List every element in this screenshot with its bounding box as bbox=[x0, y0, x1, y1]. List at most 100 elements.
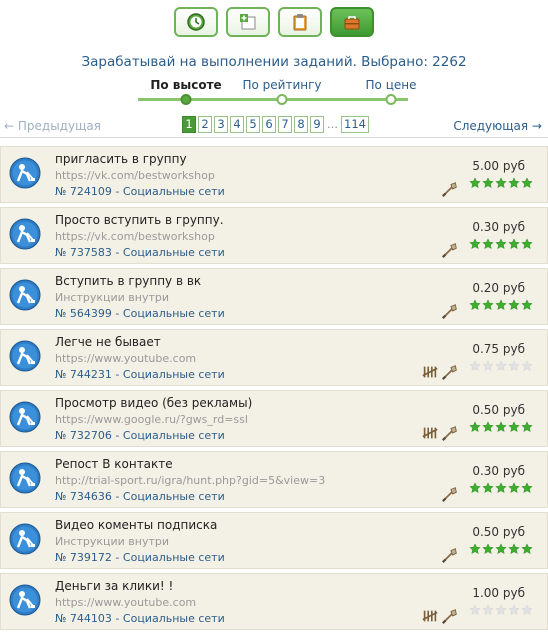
task-row[interactable]: Видео коменты подписка Инструкции внутри №… bbox=[0, 512, 548, 569]
task-title[interactable]: Репост В контакте bbox=[55, 457, 173, 471]
star-filled-icon bbox=[508, 482, 520, 494]
prev-page-link[interactable]: ← Предыдущая bbox=[4, 119, 101, 133]
task-title[interactable]: Вступить в группу в вк bbox=[55, 274, 201, 288]
task-row[interactable]: Просмотр видео (без рекламы) https://www.… bbox=[0, 390, 548, 447]
sort-dot-2[interactable] bbox=[385, 94, 397, 105]
clock-icon bbox=[187, 13, 205, 31]
task-category[interactable]: Социальные сети bbox=[123, 612, 225, 625]
next-page-link[interactable]: Следующая → bbox=[453, 119, 542, 133]
sort-option-0[interactable]: По высоте bbox=[150, 78, 221, 92]
task-meta: № 744103 - Социальные сети bbox=[55, 612, 225, 625]
task-row[interactable]: Деньги за клики! ! https://www.youtube.co… bbox=[0, 573, 548, 630]
page-number[interactable]: 1 bbox=[182, 116, 196, 133]
task-category[interactable]: Социальные сети bbox=[123, 307, 225, 320]
task-row[interactable]: Репост В контакте http://trial-sport.ru/i… bbox=[0, 451, 548, 508]
task-row[interactable]: Легче не бывает https://www.youtube.com № … bbox=[0, 329, 548, 386]
task-url: https://vk.com/bestworkshop bbox=[55, 230, 215, 243]
task-meta: № 737583 - Социальные сети bbox=[55, 246, 225, 259]
task-meta: № 564399 - Социальные сети bbox=[55, 307, 225, 320]
task-category[interactable]: Социальные сети bbox=[123, 429, 225, 442]
star-empty-icon bbox=[495, 604, 507, 616]
shovel-icon bbox=[442, 304, 457, 319]
task-url: https://www.google.ru/?gws_rd=ssl bbox=[55, 413, 248, 426]
task-url: http://trial-sport.ru/igra/hunt.php?gid=… bbox=[55, 474, 325, 487]
worker-avatar-icon bbox=[9, 584, 41, 616]
task-category[interactable]: Социальные сети bbox=[123, 185, 225, 198]
task-row[interactable]: Вступить в группу в вк Инструкции внутри №… bbox=[0, 268, 548, 325]
page-number[interactable]: 2 bbox=[198, 116, 212, 133]
star-filled-icon bbox=[521, 482, 533, 494]
task-category[interactable]: Социальные сети bbox=[123, 368, 225, 381]
star-filled-icon bbox=[495, 238, 507, 250]
task-category[interactable]: Социальные сети bbox=[123, 246, 225, 259]
task-id: № 732706 bbox=[55, 429, 112, 442]
sort-option-2[interactable]: По цене bbox=[366, 78, 417, 92]
clipboard-icon bbox=[293, 14, 307, 31]
task-category[interactable]: Социальные сети bbox=[123, 490, 225, 503]
task-url: https://www.youtube.com bbox=[55, 352, 197, 365]
star-filled-icon bbox=[495, 299, 507, 311]
task-tools bbox=[421, 363, 459, 381]
page-number[interactable]: 8 bbox=[294, 116, 308, 133]
worker-avatar-icon bbox=[9, 340, 41, 372]
sort-option-1[interactable]: По рейтингу bbox=[242, 78, 321, 92]
task-title[interactable]: Просто вступить в группу. bbox=[55, 213, 224, 227]
task-title[interactable]: Видео коменты подписка bbox=[55, 518, 217, 532]
shovel-icon bbox=[442, 243, 457, 258]
tally-icon bbox=[422, 366, 438, 378]
clipboard-button[interactable] bbox=[278, 7, 322, 37]
task-rating bbox=[469, 238, 533, 250]
task-category[interactable]: Социальные сети bbox=[123, 551, 225, 564]
task-meta: № 724109 - Социальные сети bbox=[55, 185, 225, 198]
star-filled-icon bbox=[508, 543, 520, 555]
star-filled-icon bbox=[508, 238, 520, 250]
star-filled-icon bbox=[469, 238, 481, 250]
task-price: 0.30 руб bbox=[472, 464, 525, 478]
worker-avatar-icon bbox=[9, 462, 41, 494]
sort-dot-1[interactable] bbox=[276, 94, 288, 105]
task-price: 1.00 руб bbox=[472, 586, 525, 600]
task-url: https://vk.com/bestworkshop bbox=[55, 169, 215, 182]
worker-avatar-icon bbox=[9, 401, 41, 433]
briefcase-button[interactable] bbox=[330, 7, 374, 37]
page-number-last[interactable]: 114 bbox=[341, 116, 369, 133]
meta-separator: - bbox=[111, 368, 123, 381]
task-meta: № 739172 - Социальные сети bbox=[55, 551, 225, 564]
task-url: Инструкции внутри bbox=[55, 535, 170, 548]
add-task-button[interactable] bbox=[226, 7, 270, 37]
meta-separator: - bbox=[111, 612, 123, 625]
page-number[interactable]: 6 bbox=[262, 116, 276, 133]
page-number[interactable]: 9 bbox=[310, 116, 324, 133]
star-empty-icon bbox=[482, 360, 494, 372]
task-title[interactable]: Просмотр видео (без рекламы) bbox=[55, 396, 252, 410]
star-filled-icon bbox=[482, 543, 494, 555]
task-title[interactable]: пригласить в группу bbox=[55, 152, 187, 166]
meta-separator: - bbox=[111, 246, 123, 259]
tally-icon bbox=[422, 610, 438, 622]
task-id: № 744103 bbox=[55, 612, 112, 625]
pagination: ← Предыдущая 1 2 3 4 5 6 7 8 9… 114 Следующая → bbox=[0, 116, 548, 138]
page-number[interactable]: 4 bbox=[230, 116, 244, 133]
task-title[interactable]: Деньги за клики! ! bbox=[55, 579, 173, 593]
task-rating bbox=[469, 604, 533, 616]
star-empty-icon bbox=[508, 604, 520, 616]
task-row[interactable]: Просто вступить в группу. https://vk.com/… bbox=[0, 207, 548, 264]
task-row[interactable]: пригласить в группу https://vk.com/bestwo… bbox=[0, 146, 548, 203]
task-title[interactable]: Легче не бывает bbox=[55, 335, 161, 349]
star-empty-icon bbox=[495, 360, 507, 372]
clock-button[interactable] bbox=[174, 7, 218, 37]
star-filled-icon bbox=[469, 177, 481, 189]
sort-dot-0[interactable] bbox=[180, 94, 192, 105]
page-number[interactable]: 7 bbox=[278, 116, 292, 133]
task-id: № 739172 bbox=[55, 551, 112, 564]
page-number[interactable]: 3 bbox=[214, 116, 228, 133]
star-filled-icon bbox=[495, 177, 507, 189]
star-filled-icon bbox=[521, 543, 533, 555]
star-filled-icon bbox=[482, 482, 494, 494]
star-filled-icon bbox=[495, 482, 507, 494]
task-id: № 734636 bbox=[55, 490, 112, 503]
page-number[interactable]: 5 bbox=[246, 116, 260, 133]
star-filled-icon bbox=[508, 299, 520, 311]
star-empty-icon bbox=[521, 604, 533, 616]
task-id: № 724109 bbox=[55, 185, 112, 198]
